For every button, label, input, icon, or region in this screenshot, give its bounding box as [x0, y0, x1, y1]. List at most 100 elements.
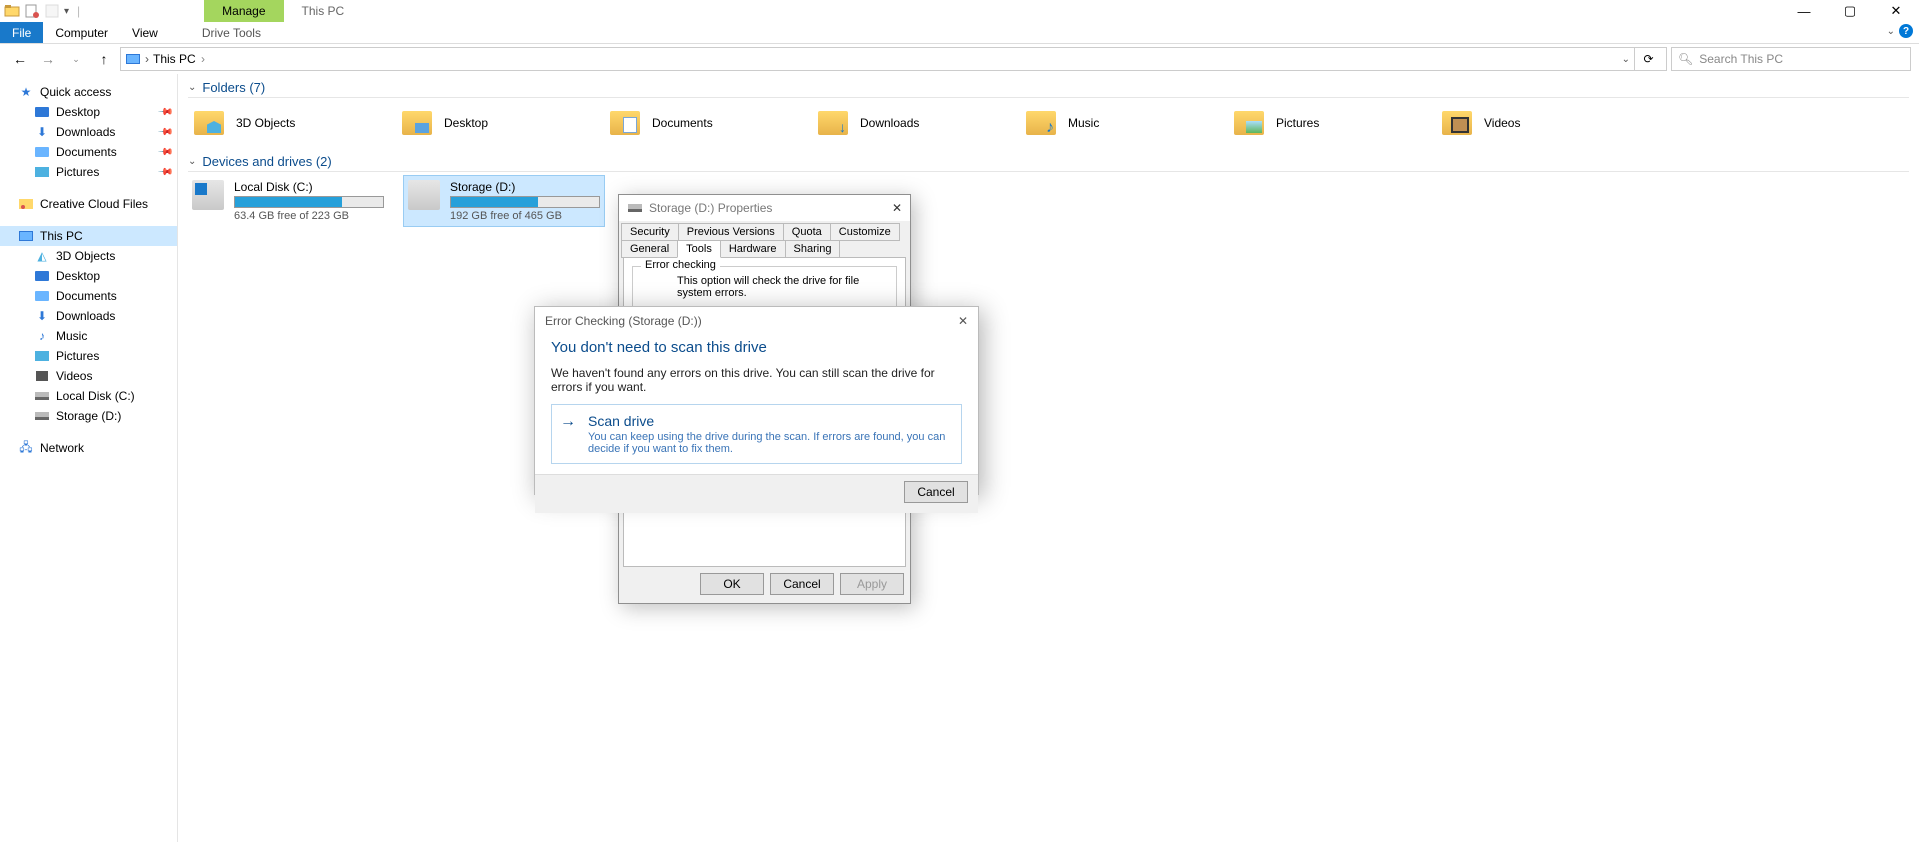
errordlg-body: We haven't found any errors on this driv…	[551, 366, 962, 394]
qat-newfolder-icon[interactable]	[44, 3, 60, 19]
nav-pictures2[interactable]: Pictures	[0, 346, 177, 366]
scan-drive-commandlink[interactable]: → Scan drive You can keep using the driv…	[551, 404, 962, 464]
nav-forward-button: →	[36, 47, 60, 71]
properties-ok-button[interactable]: OK	[700, 573, 764, 595]
nav-music[interactable]: ♪Music	[0, 326, 177, 346]
tab-file[interactable]: File	[0, 22, 43, 43]
tab-security[interactable]: Security	[621, 223, 679, 241]
breadcrumb-root[interactable]: ›	[145, 52, 149, 66]
nav-back-button[interactable]: ←	[8, 47, 32, 71]
folder-videos[interactable]: Videos	[1436, 102, 1644, 144]
label: Desktop	[444, 116, 488, 130]
ribbon-expand-icon[interactable]: ⌄	[1887, 26, 1895, 37]
section-folders-header[interactable]: ⌄ Folders (7)	[188, 80, 1909, 98]
tab-general[interactable]: General	[621, 240, 678, 258]
downloads-icon: ⬇	[34, 124, 50, 140]
music-icon: ♪	[34, 328, 50, 344]
errordlg-title: Error Checking (Storage (D:))	[545, 314, 702, 328]
tab-customize[interactable]: Customize	[830, 223, 900, 241]
errordlg-headline: You don't need to scan this drive	[551, 339, 962, 356]
nav-quick-access[interactable]: ★ Quick access	[0, 82, 177, 102]
nav-label: Documents	[56, 289, 117, 303]
qat-properties-icon[interactable]	[24, 3, 40, 19]
search-box[interactable]: 🔍︎ Search This PC	[1671, 47, 1911, 71]
folder-desktop[interactable]: Desktop	[396, 102, 604, 144]
close-button[interactable]: ✕	[1873, 0, 1919, 22]
pin-icon: 📌	[156, 164, 173, 181]
folder-3dobjects[interactable]: 3D Objects	[188, 102, 396, 144]
properties-cancel-button[interactable]: Cancel	[770, 573, 834, 595]
nav-localdisk[interactable]: Local Disk (C:)	[0, 386, 177, 406]
errordlg-close-icon[interactable]: ✕	[958, 314, 968, 328]
nav-downloads[interactable]: ⬇ Downloads 📌	[0, 122, 177, 142]
errordlg-cancel-button[interactable]: Cancel	[904, 481, 968, 503]
3d-icon: ◭	[34, 248, 50, 264]
error-checking-legend: Error checking	[641, 259, 720, 271]
properties-tab-row1: General Tools Hardware Sharing	[619, 240, 910, 257]
star-icon: ★	[18, 84, 34, 100]
tab-computer[interactable]: Computer	[43, 22, 120, 43]
nav-storage[interactable]: Storage (D:)	[0, 406, 177, 426]
properties-close-icon[interactable]: ✕	[892, 201, 902, 215]
refresh-button[interactable]: ⟳	[1634, 48, 1662, 70]
nav-recent-button[interactable]: ⌄	[64, 47, 88, 71]
arrow-right-icon: →	[560, 413, 576, 431]
folder-documents[interactable]: Documents	[604, 102, 812, 144]
label: Documents	[652, 116, 713, 130]
titlebar: ▾ | Manage This PC ― ▢ ✕	[0, 0, 1919, 22]
nav-documents2[interactable]: Documents	[0, 286, 177, 306]
nav-label: Creative Cloud Files	[40, 197, 148, 211]
pin-icon: 📌	[156, 144, 173, 161]
contextual-tab-manage[interactable]: Manage	[204, 0, 283, 22]
drive-c-free: 63.4 GB free of 223 GB	[234, 210, 384, 222]
tab-view[interactable]: View	[120, 22, 170, 43]
tab-sharing[interactable]: Sharing	[785, 240, 841, 258]
folder-downloads[interactable]: Downloads	[812, 102, 1020, 144]
nav-creative-cloud[interactable]: Creative Cloud Files	[0, 194, 177, 214]
drive-c-icon	[192, 180, 224, 210]
nav-pictures[interactable]: Pictures 📌	[0, 162, 177, 182]
error-checking-desc: This option will check the drive for fil…	[677, 275, 888, 299]
nav-3dobjects[interactable]: ◭ 3D Objects	[0, 246, 177, 266]
documents-icon	[34, 144, 50, 160]
tab-drive-tools[interactable]: Drive Tools	[190, 22, 273, 43]
properties-titlebar[interactable]: Storage (D:) Properties ✕	[619, 195, 910, 221]
tab-hardware[interactable]: Hardware	[720, 240, 786, 258]
nav-desktop2[interactable]: Desktop	[0, 266, 177, 286]
label: Videos	[1484, 116, 1520, 130]
address-bar[interactable]: › This PC ⌄ ⟳	[120, 47, 1667, 71]
drive-c[interactable]: Local Disk (C:) 63.4 GB free of 223 GB	[188, 176, 388, 226]
properties-title: Storage (D:) Properties	[649, 201, 772, 215]
address-row: ← → ⌄ ↑ › This PC ⌄ ⟳ 🔍︎ Search This PC	[0, 44, 1919, 74]
tab-tools[interactable]: Tools	[677, 240, 721, 258]
help-icon[interactable]: ?	[1899, 24, 1913, 38]
tab-previous-versions[interactable]: Previous Versions	[678, 223, 784, 241]
address-dropdown-icon[interactable]: ⌄	[1622, 54, 1630, 65]
qat-customize-icon[interactable]: ▾	[64, 6, 69, 17]
cc-icon	[18, 196, 34, 212]
drive-icon	[627, 200, 643, 216]
folder-music[interactable]: Music	[1020, 102, 1228, 144]
nav-label: 3D Objects	[56, 249, 115, 263]
nav-documents[interactable]: Documents 📌	[0, 142, 177, 162]
minimize-button[interactable]: ―	[1781, 0, 1827, 22]
drive-d-free: 192 GB free of 465 GB	[450, 210, 600, 222]
nav-network[interactable]: 🖧Network	[0, 438, 177, 458]
nav-label: Desktop	[56, 105, 100, 119]
nav-label: Pictures	[56, 349, 99, 363]
drive-d[interactable]: Storage (D:) 192 GB free of 465 GB	[404, 176, 604, 226]
nav-videos[interactable]: Videos	[0, 366, 177, 386]
folder-pictures[interactable]: Pictures	[1228, 102, 1436, 144]
nav-up-button[interactable]: ↑	[92, 47, 116, 71]
breadcrumb-thispc[interactable]: This PC	[153, 52, 205, 66]
tab-quota[interactable]: Quota	[783, 223, 831, 241]
errordlg-titlebar[interactable]: Error Checking (Storage (D:)) ✕	[535, 307, 978, 335]
drive-d-name: Storage (D:)	[450, 180, 600, 194]
network-icon: 🖧	[18, 440, 34, 456]
nav-downloads2[interactable]: ⬇Downloads	[0, 306, 177, 326]
section-drives-header[interactable]: ⌄ Devices and drives (2)	[188, 154, 1909, 172]
videos-icon	[34, 368, 50, 384]
maximize-button[interactable]: ▢	[1827, 0, 1873, 22]
nav-this-pc[interactable]: This PC	[0, 226, 177, 246]
nav-desktop[interactable]: Desktop 📌	[0, 102, 177, 122]
